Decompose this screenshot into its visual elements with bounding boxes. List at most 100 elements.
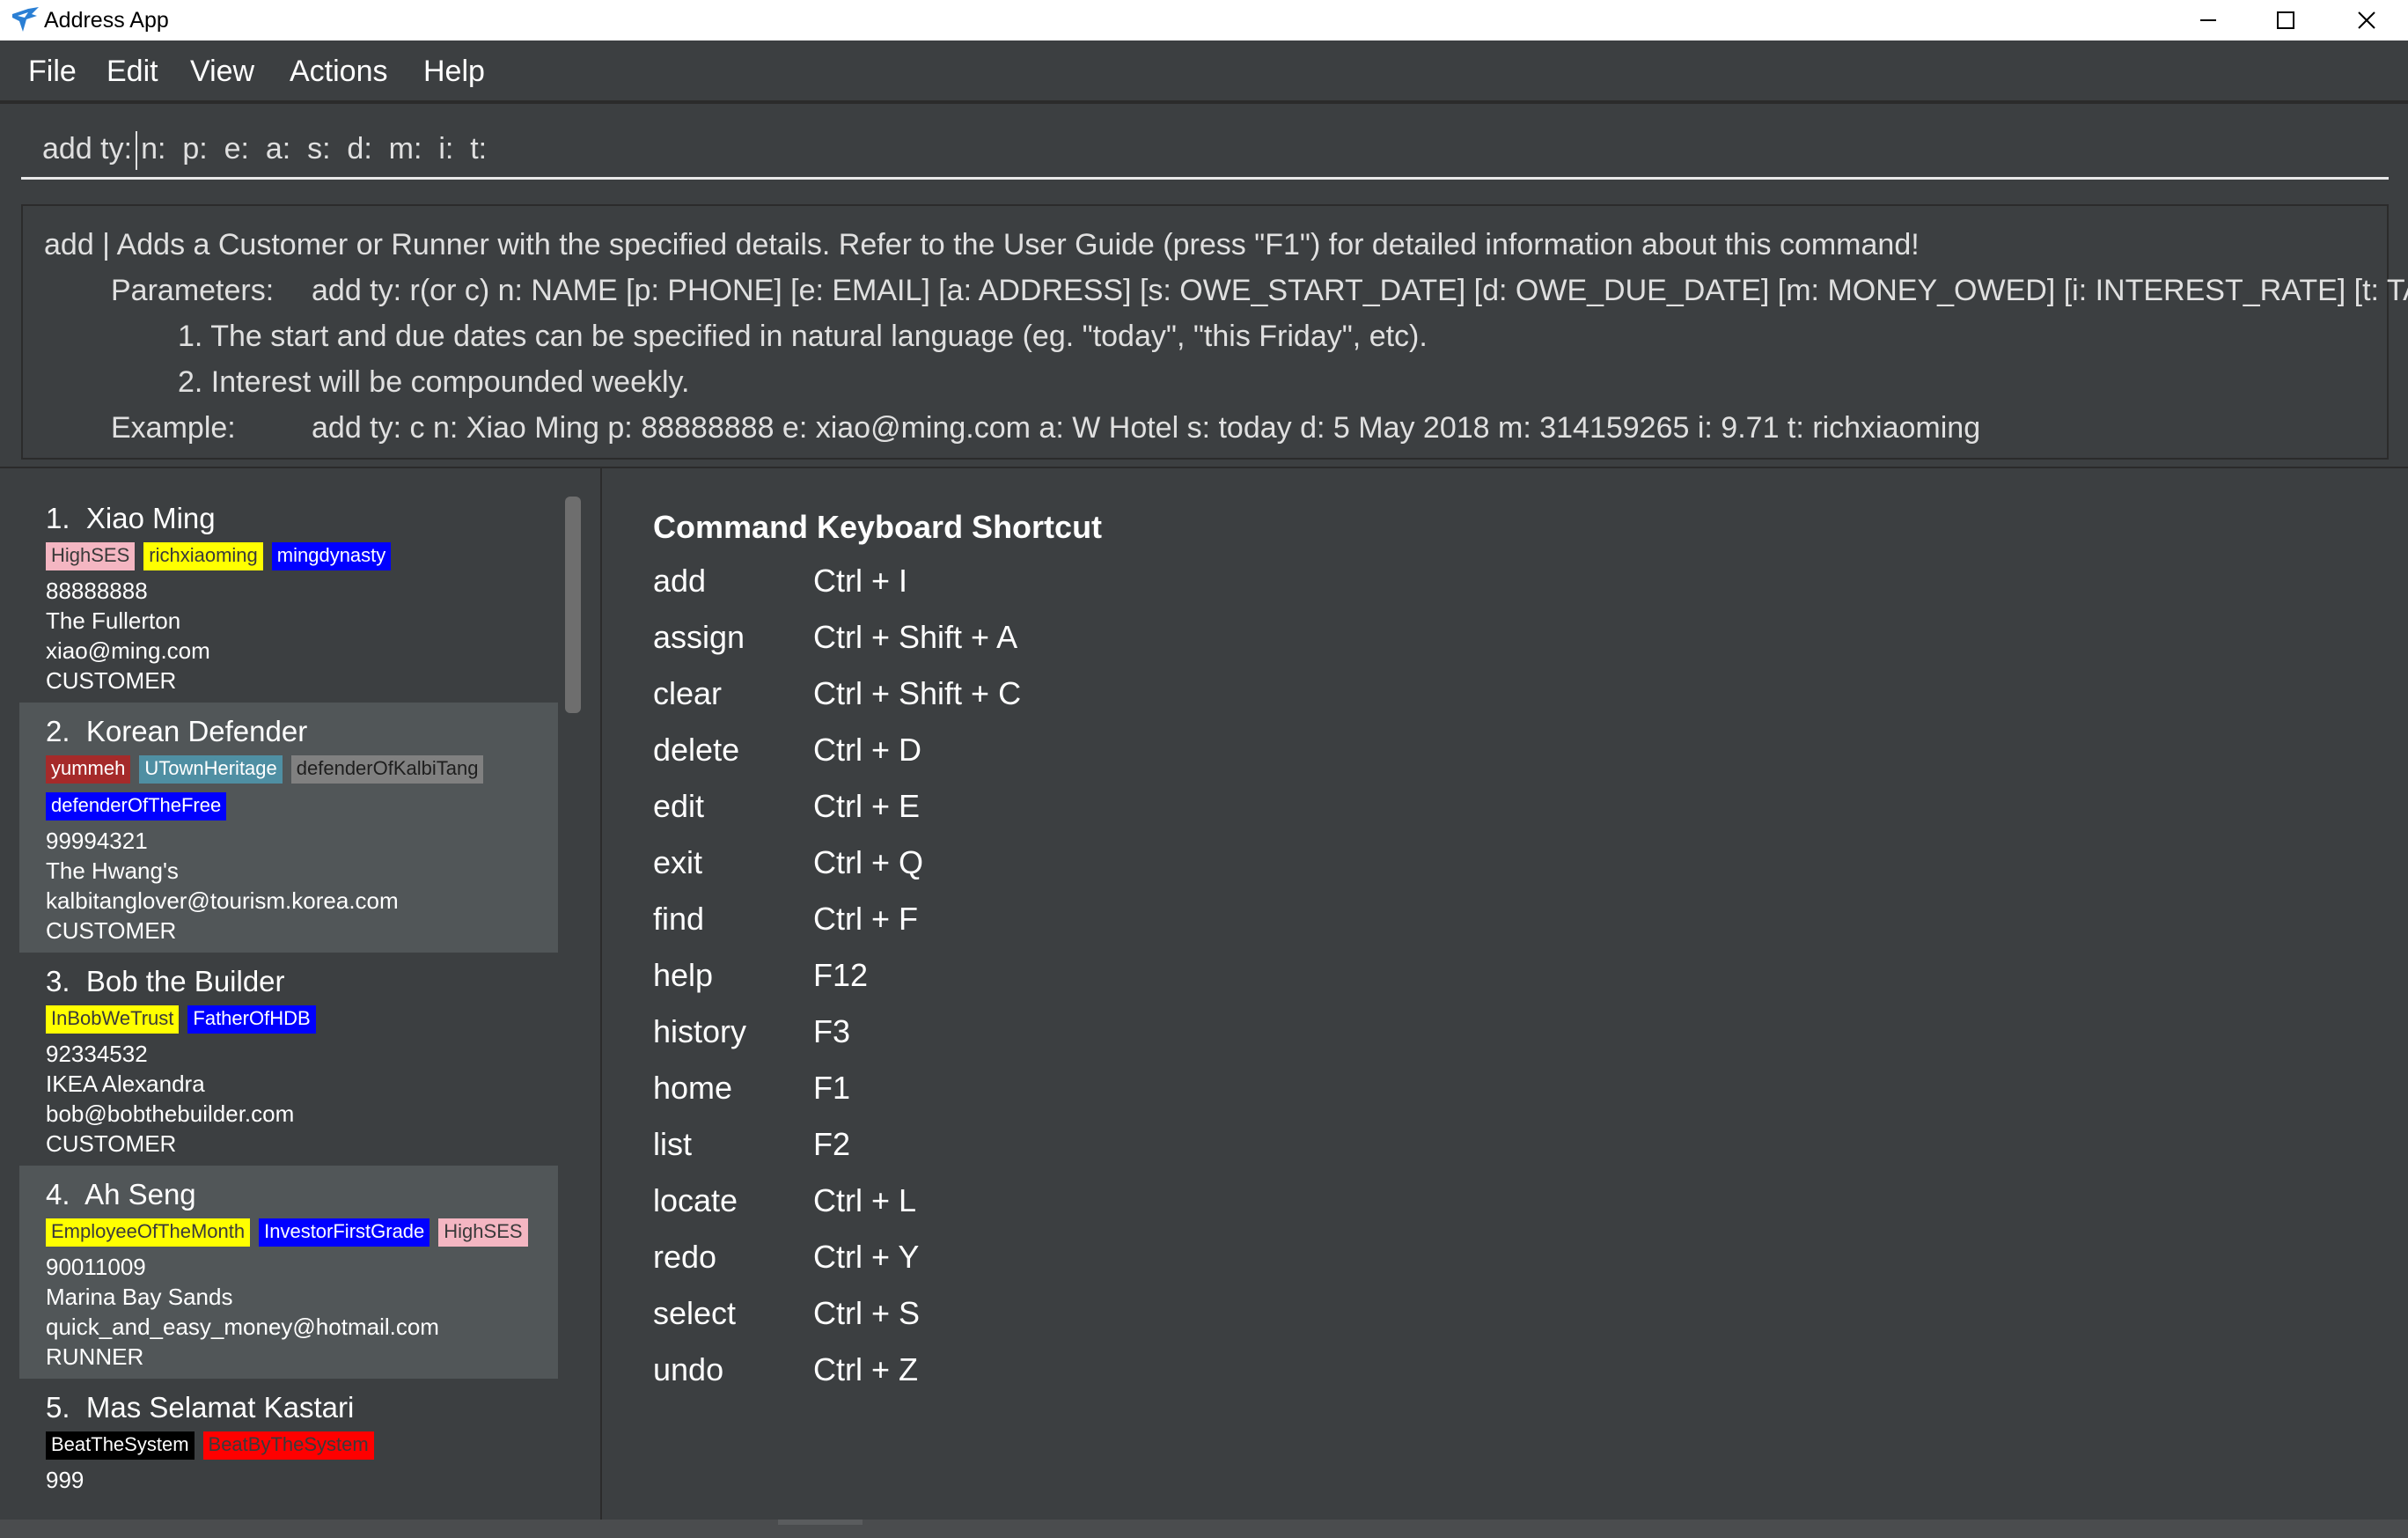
menu-view[interactable]: View: [190, 53, 254, 90]
shortcut-key: Ctrl + Q: [813, 844, 924, 880]
shortcut-panel: Command Keyboard Shortcut add Ctrl + I ass…: [602, 468, 2408, 1525]
shortcut-row: undo Ctrl + Z: [653, 1349, 1445, 1402]
tag: mingdynasty: [271, 542, 392, 570]
minimize-button[interactable]: [2169, 0, 2248, 40]
person-name-line: 4. Ah Seng: [46, 1178, 196, 1211]
person-name-line: 2. Korean Defender: [46, 715, 307, 748]
tag: EmployeeOfTheMonth: [46, 1218, 251, 1247]
shortcut-command: redo: [653, 1239, 717, 1275]
shortcut-row: add Ctrl + I: [653, 560, 1445, 613]
tag: HighSES: [46, 542, 136, 570]
person-list-scrollbar[interactable]: [560, 489, 586, 1502]
shortcut-row: locate Ctrl + L: [653, 1180, 1445, 1233]
close-icon: [2358, 11, 2375, 29]
person-email: xiao@ming.com: [46, 637, 210, 664]
person-card[interactable]: 4. Ah Seng EmployeeOfTheMonth InvestorFir…: [19, 1166, 558, 1379]
shortcut-key: Ctrl + E: [813, 788, 921, 824]
main-split-pane: 1. Xiao Ming HighSES richxiaoming mingdyna…: [0, 467, 2408, 1525]
person-phone: 88888888: [46, 578, 148, 604]
command-box: add ty: n: p: e: a: s: d: m: i: t:: [0, 102, 2408, 197]
menu-file[interactable]: File: [28, 53, 77, 90]
shortcut-command: edit: [653, 788, 705, 824]
tag: HighSES: [438, 1218, 528, 1247]
result-display[interactable]: add | Adds a Customer or Runner with the…: [21, 204, 2408, 460]
person-name-line: 1. Xiao Ming: [46, 502, 216, 535]
tag: yummeh: [46, 755, 131, 784]
result-note-2: 2. Interest will be compounded weekly.: [178, 365, 690, 399]
resize-handle[interactable]: [778, 1520, 863, 1525]
tag: InvestorFirstGrade: [259, 1218, 430, 1247]
shortcut-command: select: [653, 1295, 737, 1331]
shortcut-row: clear Ctrl + Shift + C: [653, 673, 1445, 725]
maximize-button[interactable]: [2246, 0, 2325, 40]
shortcut-key: Ctrl + Shift + C: [813, 675, 1022, 711]
status-bar: [0, 1520, 2408, 1538]
shortcut-row: select Ctrl + S: [653, 1292, 1445, 1345]
person-card[interactable]: 5. Mas Selamat Kastari BeatTheSystem Beat…: [19, 1379, 558, 1502]
shortcut-key: F1: [813, 1070, 851, 1106]
menu-help[interactable]: Help: [423, 53, 485, 90]
person-address: Marina Bay Sands: [46, 1284, 233, 1310]
command-text-after-caret: n: p: e: a: s: d: m: i: t:: [141, 132, 488, 166]
tag-list: yummeh UTownHeritage defenderOfKalbiTang de…: [46, 755, 547, 829]
tag-list: HighSES richxiaoming mingdynasty: [46, 542, 547, 579]
shortcut-command: history: [653, 1013, 747, 1049]
shortcut-key: F12: [813, 957, 869, 993]
shortcut-command: clear: [653, 675, 723, 711]
shortcut-row: find Ctrl + F: [653, 898, 1445, 951]
person-name-line: 3. Bob the Builder: [46, 965, 285, 998]
shortcut-key: Ctrl + I: [813, 563, 908, 599]
tag: defenderOfKalbiTang: [290, 755, 484, 784]
tag: InBobWeTrust: [46, 1005, 180, 1034]
menu-bar: File Edit View Actions Help: [0, 40, 2408, 102]
shortcut-command: assign: [653, 619, 745, 655]
person-card[interactable]: 1. Xiao Ming HighSES richxiaoming mingdyna…: [19, 489, 558, 703]
person-phone: 92334532: [46, 1041, 148, 1067]
close-button[interactable]: [2327, 0, 2406, 40]
shortcut-table-header: Command Keyboard Shortcut: [653, 509, 1103, 545]
person-index: 4.: [46, 1178, 70, 1211]
person-name: Bob the Builder: [85, 965, 285, 997]
menu-actions[interactable]: Actions: [290, 53, 388, 90]
person-index: 2.: [46, 715, 70, 747]
window-title: Address App: [44, 8, 169, 33]
shortcut-row: history F3: [653, 1011, 1445, 1063]
person-list[interactable]: 1. Xiao Ming HighSES richxiaoming mingdyna…: [19, 489, 558, 1502]
shortcut-command: locate: [653, 1182, 738, 1218]
person-type: RUNNER: [46, 1343, 144, 1370]
shortcut-command: help: [653, 957, 714, 993]
shortcut-key: Ctrl + Y: [813, 1239, 920, 1275]
person-card[interactable]: 3. Bob the Builder InBobWeTrust FatherOfH…: [19, 953, 558, 1166]
text-caret: [136, 131, 138, 171]
maximize-icon: [2277, 11, 2294, 29]
shortcut-command: list: [653, 1126, 692, 1162]
shortcut-row: help F12: [653, 954, 1445, 1007]
tag: richxiaoming: [143, 542, 263, 570]
command-input[interactable]: add ty: n: p: e: a: s: d: m: i: t:: [21, 118, 2389, 180]
tag: BeatTheSystem: [46, 1431, 195, 1460]
shortcut-key: F2: [813, 1126, 851, 1162]
shortcut-row: assign Ctrl + Shift + A: [653, 616, 1445, 669]
result-params-label: Parameters:: [111, 274, 275, 307]
result-example-value: add ty: c n: Xiao Ming p: 88888888 e: xi…: [312, 411, 1981, 445]
shortcut-key: Ctrl + F: [813, 901, 919, 937]
tag: FatherOfHDB: [187, 1005, 316, 1034]
title-bar: Address App: [0, 0, 2408, 40]
person-address: The Hwang's: [46, 857, 179, 884]
person-name-line: 5. Mas Selamat Kastari: [46, 1391, 354, 1424]
scrollbar-thumb[interactable]: [565, 497, 581, 713]
person-index: 1.: [46, 502, 70, 534]
shortcut-command: add: [653, 563, 707, 599]
shortcut-command: home: [653, 1070, 733, 1106]
tag-list: InBobWeTrust FatherOfHDB: [46, 1005, 547, 1042]
shortcut-command: find: [653, 901, 705, 937]
result-example-label: Example:: [111, 411, 236, 445]
result-params-value: add ty: r(or c) n: NAME [p: PHONE] [e: E…: [312, 274, 2408, 307]
person-email: quick_and_easy_money@hotmail.com: [46, 1314, 439, 1340]
menu-edit[interactable]: Edit: [106, 53, 158, 90]
person-type: CUSTOMER: [46, 917, 177, 944]
person-type: CUSTOMER: [46, 667, 177, 694]
shortcut-command: exit: [653, 844, 703, 880]
person-card[interactable]: 2. Korean Defender yummeh UTownHeritage de…: [19, 703, 558, 953]
shortcut-command: undo: [653, 1351, 724, 1387]
